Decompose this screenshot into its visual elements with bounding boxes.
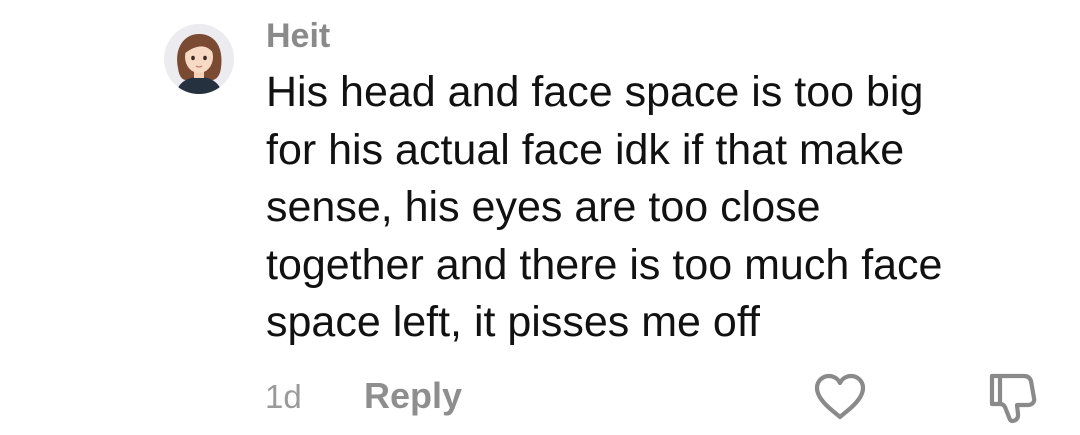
heart-icon — [814, 373, 866, 420]
comment-text-line: space left, it pisses me off — [266, 298, 760, 346]
user-avatar[interactable] — [164, 24, 234, 94]
comment-timestamp: 1d — [265, 378, 302, 415]
thumbs-down-icon — [989, 373, 1037, 424]
comment-item: Heit His head and face space is too big … — [0, 0, 1080, 435]
dislike-button[interactable] — [984, 368, 1044, 426]
comment-text-line: together and there is too much face — [266, 240, 943, 289]
avatar-illustration-icon — [164, 24, 234, 94]
comment-text-line: sense, his eyes are too close — [266, 183, 821, 231]
comment-username[interactable]: Heit — [266, 14, 330, 58]
comment-text-line: His head and face space is too big — [266, 68, 924, 116]
like-button[interactable] — [812, 372, 868, 422]
comment-text-line: for his actual face idk if that make — [266, 125, 905, 174]
reply-button[interactable]: Reply — [364, 374, 462, 418]
comment-text: His head and face space is too big for h… — [266, 64, 1056, 352]
